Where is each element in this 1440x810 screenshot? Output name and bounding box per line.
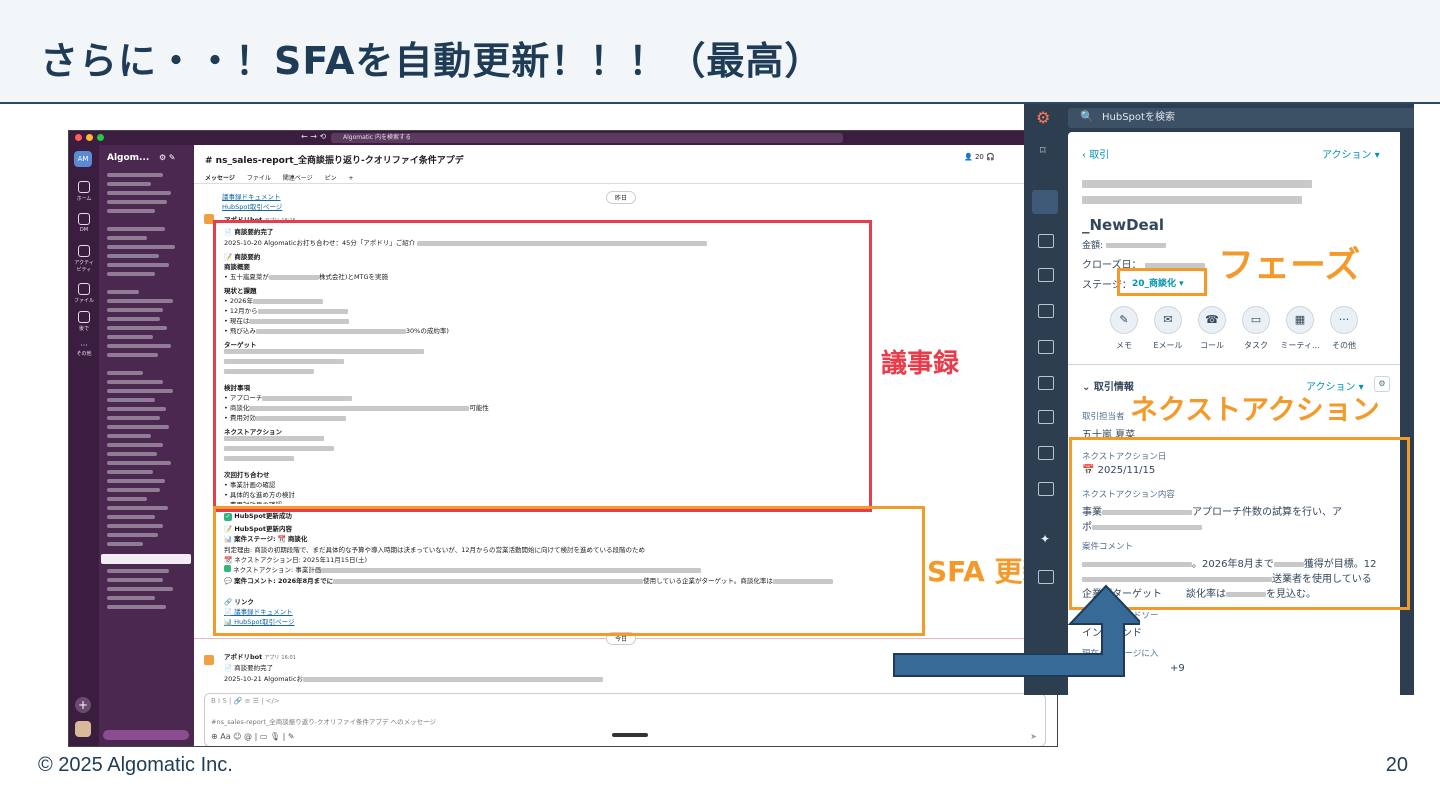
hubspot-logo-icon[interactable]: ⚙ bbox=[1036, 108, 1050, 127]
actions-dropdown[interactable]: アクション ▾ bbox=[1322, 146, 1380, 161]
channel-members[interactable]: 👤 20 🎧 bbox=[964, 153, 995, 161]
phase-highlight-box bbox=[1117, 268, 1207, 296]
search-icon: 🔍 bbox=[1080, 110, 1094, 123]
note-label[interactable]: メモ bbox=[1102, 340, 1146, 351]
rail-more[interactable]: ··· その他 bbox=[72, 341, 96, 357]
database-icon[interactable] bbox=[1038, 410, 1054, 424]
megaphone-icon[interactable] bbox=[1038, 234, 1054, 248]
page-number: 20 bbox=[1385, 754, 1408, 776]
workspace-name[interactable]: Algom... bbox=[107, 153, 149, 163]
send-icon[interactable]: ➤ bbox=[1030, 732, 1037, 741]
second-meeting-line: 2025-10-21 Algomaticお bbox=[224, 673, 603, 683]
date-divider-yesterday[interactable]: 昨日 bbox=[606, 191, 637, 204]
bell-icon bbox=[78, 245, 90, 257]
next-action-label: ネクストアクション bbox=[1130, 393, 1380, 426]
email-icon[interactable]: ✉ bbox=[1154, 306, 1182, 334]
link-minutes-doc[interactable]: 議事録ドキュメント bbox=[222, 191, 281, 201]
commerce-icon[interactable] bbox=[1038, 304, 1054, 318]
sfa-update-highlight-box bbox=[213, 506, 925, 636]
stage-entered-value: +9 bbox=[1170, 663, 1185, 674]
hubspot-search-input[interactable]: HubSpotを検索 bbox=[1068, 108, 1414, 128]
deal-info-section-toggle[interactable]: ⌄ 取引情報 bbox=[1082, 378, 1134, 393]
home-indicator bbox=[612, 733, 648, 737]
rail-activity[interactable]: アクティビティ bbox=[72, 245, 96, 273]
files-icon bbox=[78, 283, 90, 295]
more-icon: ··· bbox=[80, 341, 88, 350]
slack-rail: AM ホーム DM アクティビティ ファイル 後で ··· その他 + bbox=[69, 145, 99, 746]
tab-related-pages[interactable]: 関連ページ bbox=[283, 175, 313, 182]
minutes-label: 議事録 bbox=[881, 349, 960, 379]
email-label[interactable]: Eメール bbox=[1146, 340, 1190, 351]
meeting-icon[interactable]: ▦ bbox=[1286, 306, 1314, 334]
more-label[interactable]: その他 bbox=[1322, 340, 1366, 351]
rail-files[interactable]: ファイル bbox=[72, 283, 96, 304]
task-label[interactable]: タスク bbox=[1234, 340, 1278, 351]
org-chart-icon[interactable] bbox=[1038, 446, 1054, 460]
sidebar-item-active-channel[interactable] bbox=[101, 554, 191, 564]
headphones-icon[interactable]: 🎧 bbox=[986, 153, 995, 161]
bot-header-2: アポドリbot アプリ 16:01 bbox=[224, 653, 296, 661]
rail-dm[interactable]: DM bbox=[72, 213, 96, 233]
owner-label: 取引担当者 bbox=[1082, 412, 1125, 422]
copyright-footer: © 2025 Algomatic Inc. bbox=[38, 754, 233, 776]
sidebar-channel-list bbox=[107, 173, 187, 614]
link-hubspot-deal[interactable]: HubSpot取引ページ bbox=[222, 201, 282, 211]
flow-arrow-icon bbox=[893, 584, 1140, 677]
reports-icon[interactable] bbox=[1038, 482, 1054, 496]
tab-messages[interactable]: メッセージ bbox=[205, 175, 235, 182]
second-summary-line: 📄 商談要約完了 bbox=[224, 664, 274, 672]
add-icon[interactable]: + bbox=[75, 697, 91, 713]
back-to-deals-link[interactable]: ‹ 取引 bbox=[1082, 146, 1109, 161]
workspace-avatar[interactable]: AM bbox=[74, 151, 92, 167]
channel-tabs: メッセージ ファイル 関連ページ ピン + bbox=[205, 173, 364, 182]
composer-actions[interactable]: ⊕ Aa ☺ @ | ▭ 🎙 | ✎ bbox=[211, 732, 295, 741]
zoom-window-icon[interactable] bbox=[97, 134, 104, 141]
call-label[interactable]: コール bbox=[1190, 340, 1234, 351]
composer-input[interactable]: #ns_sales-report_全商談振り返り-クオリファイ条件アプデ へのメ… bbox=[211, 716, 436, 726]
deal-name-blurred bbox=[1082, 180, 1322, 204]
slack-search-input[interactable]: Algomatic 内を検索する bbox=[331, 133, 843, 143]
section-divider bbox=[1068, 364, 1400, 365]
tab-files[interactable]: ファイル bbox=[247, 175, 271, 182]
user-avatar[interactable] bbox=[75, 721, 91, 737]
phase-label: フェーズ bbox=[1218, 245, 1361, 286]
crm-icon[interactable] bbox=[1032, 190, 1058, 214]
activity-actions: ✎ ✉ ☎ ▭ ▦ ··· メモ Eメール コール タスク ミーティ... その… bbox=[1068, 306, 1400, 376]
bot-avatar[interactable] bbox=[204, 655, 214, 665]
sparkle-icon[interactable]: ✦ bbox=[1040, 532, 1050, 546]
dm-icon bbox=[78, 213, 90, 225]
minutes-highlight-box bbox=[213, 220, 872, 512]
close-window-icon[interactable] bbox=[75, 134, 82, 141]
home-icon bbox=[78, 181, 90, 193]
rail-later[interactable]: 後で bbox=[72, 311, 96, 332]
more-icon[interactable]: ··· bbox=[1330, 306, 1358, 334]
minimize-window-icon[interactable] bbox=[86, 134, 93, 141]
slack-sidebar: Algom... ⚙ ✎ bbox=[99, 145, 194, 746]
call-icon[interactable]: ☎ bbox=[1198, 306, 1226, 334]
add-tab-icon[interactable]: + bbox=[349, 175, 354, 182]
amount-line: 金額: bbox=[1082, 238, 1166, 251]
history-nav-icon[interactable]: ← → ⟲ bbox=[301, 132, 326, 141]
document-icon[interactable] bbox=[1038, 268, 1054, 282]
sidebar-huddle-bar[interactable] bbox=[103, 730, 189, 740]
message-composer[interactable]: B I S | 🔗 ≡ ☰ | </> #ns_sales-report_全商談… bbox=[204, 693, 1046, 746]
tabs-divider bbox=[194, 183, 1057, 184]
bookmark-icon bbox=[78, 311, 90, 323]
automation-icon[interactable] bbox=[1038, 376, 1054, 390]
rail-home[interactable]: ホーム bbox=[72, 181, 96, 202]
bookmark-icon[interactable]: ⌑ bbox=[1040, 144, 1046, 157]
format-toolbar[interactable]: B I S | 🔗 ≡ ☰ | </> bbox=[211, 697, 280, 705]
channel-title[interactable]: # ns_sales-report_全商談振り返り-クオリファイ条件アプデ bbox=[205, 153, 464, 166]
service-icon[interactable] bbox=[1038, 340, 1054, 354]
tab-pins[interactable]: ピン bbox=[325, 175, 337, 182]
settings-icon[interactable]: ⚙ ✎ bbox=[159, 153, 175, 162]
meeting-label[interactable]: ミーティ... bbox=[1278, 340, 1322, 351]
slide-title: さらに・・！SFAを自動更新！！！（最高） bbox=[40, 39, 824, 83]
note-icon[interactable]: ✎ bbox=[1110, 306, 1138, 334]
task-icon[interactable]: ▭ bbox=[1242, 306, 1270, 334]
deal-name: _NewDeal bbox=[1082, 216, 1164, 234]
